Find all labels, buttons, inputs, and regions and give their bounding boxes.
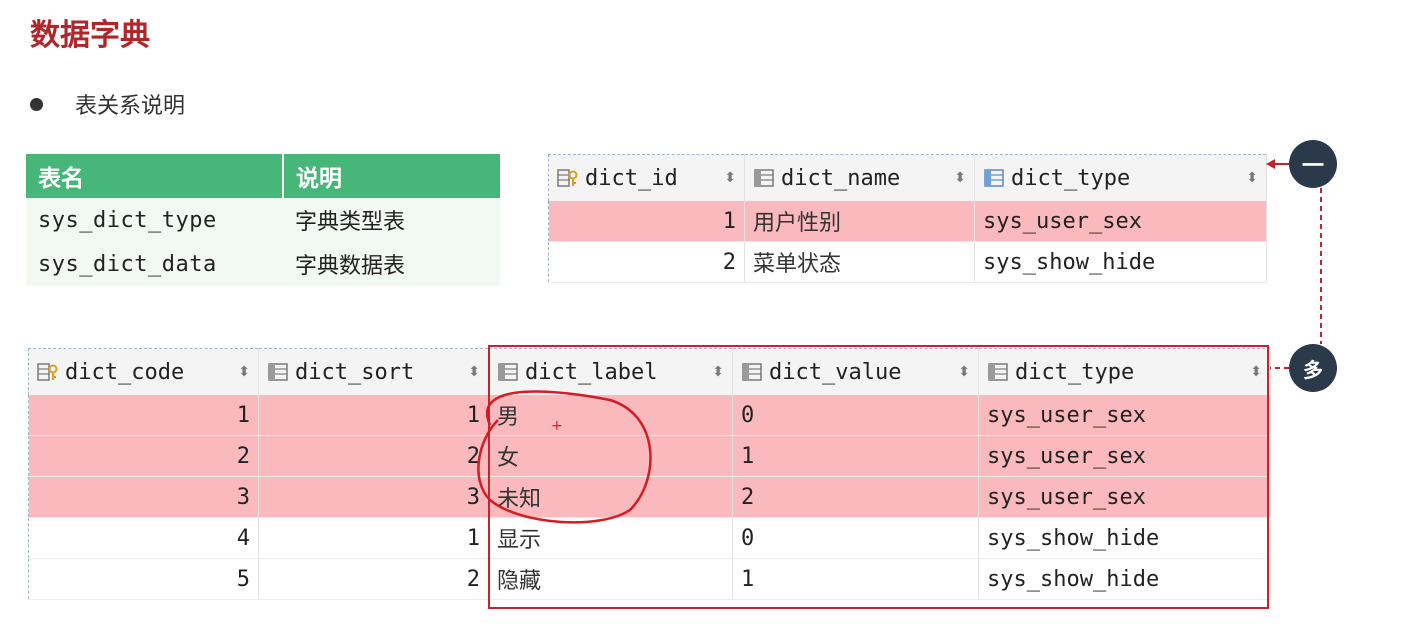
summary-row: sys_dict_type 字典类型表 <box>26 198 500 242</box>
table-row[interactable]: 2 2 女 1 sys_user_sex <box>28 435 1271 477</box>
summary-cell-table-name: sys_dict_type <box>26 198 283 242</box>
table-row[interactable]: 1 用户性别 sys_user_sex <box>548 201 1267 242</box>
summary-cell-description: 字典数据表 <box>283 242 500 286</box>
column-icon <box>984 169 1004 187</box>
dict-type-grid: dict_id ⬍ dict_name ⬍ dict_type ⬍ 1 用户性别… <box>548 154 1267 283</box>
cell-dict-name[interactable]: 菜单状态 <box>744 241 975 283</box>
column-header-dict-value[interactable]: dict_value ⬍ <box>732 348 979 395</box>
column-header-label: dict_type <box>1011 165 1131 191</box>
summary-header-row: 表名 说明 <box>26 154 500 198</box>
sort-icon[interactable]: ⬍ <box>954 170 966 186</box>
column-header-label: dict_value <box>769 359 902 385</box>
column-icon <box>754 169 774 187</box>
bullet-text: 表关系说明 <box>75 94 186 119</box>
sort-icon[interactable]: ⬍ <box>1246 170 1258 186</box>
table-row[interactable]: 3 3 未知 2 sys_user_sex <box>28 476 1271 518</box>
cell-dict-value[interactable]: 0 <box>732 395 979 436</box>
table-row[interactable]: 5 2 隐藏 1 sys_show_hide <box>28 558 1271 600</box>
page-title: 数据字典 <box>30 18 150 53</box>
cell-dict-code[interactable]: 3 <box>28 476 259 518</box>
cell-dict-label[interactable]: 隐藏 <box>488 558 733 600</box>
cell-dict-type[interactable]: sys_user_sex <box>974 201 1267 242</box>
column-header-dict-sort[interactable]: dict_sort ⬍ <box>258 348 489 395</box>
cell-dict-sort[interactable]: 3 <box>258 476 489 518</box>
cell-dict-name[interactable]: 用户性别 <box>744 201 975 242</box>
column-header-dict-id[interactable]: dict_id ⬍ <box>548 154 745 201</box>
column-icon <box>268 363 288 381</box>
cell-dict-sort[interactable]: 2 <box>258 435 489 477</box>
sort-icon[interactable]: ⬍ <box>712 364 724 380</box>
cell-dict-code[interactable]: 4 <box>28 517 259 559</box>
cell-dict-type[interactable]: sys_user_sex <box>978 395 1271 436</box>
grid-header-row: dict_code ⬍ dict_sort ⬍ dict_label ⬍ dic… <box>28 348 1271 395</box>
cell-dict-value[interactable]: 2 <box>732 476 979 518</box>
cell-dict-type[interactable]: sys_show_hide <box>978 558 1271 600</box>
column-header-dict-label[interactable]: dict_label ⬍ <box>488 348 733 395</box>
sort-icon[interactable]: ⬍ <box>468 364 480 380</box>
column-header-label: dict_label <box>525 359 658 385</box>
summary-row: sys_dict_data 字典数据表 <box>26 242 500 286</box>
summary-cell-description: 字典类型表 <box>283 198 500 242</box>
cell-dict-id[interactable]: 1 <box>548 201 745 242</box>
bullet-item: 表关系说明 <box>30 88 185 120</box>
sort-icon[interactable]: ⬍ <box>958 364 970 380</box>
column-header-label: dict_sort <box>295 359 415 385</box>
cell-dict-sort[interactable]: 1 <box>258 395 489 436</box>
column-header-label: dict_code <box>65 359 185 385</box>
table-row[interactable]: 4 1 显示 0 sys_show_hide <box>28 517 1271 559</box>
primary-key-icon <box>37 363 58 381</box>
cell-dict-type[interactable]: sys_show_hide <box>974 241 1267 283</box>
cell-dict-id[interactable]: 2 <box>548 241 745 283</box>
relation-one-badge: 一 <box>1289 140 1337 188</box>
table-row[interactable]: 2 菜单状态 sys_show_hide <box>548 241 1267 283</box>
summary-header-description: 说明 <box>282 154 500 198</box>
cell-dict-label[interactable]: 女 <box>488 435 733 477</box>
cell-dict-sort[interactable]: 2 <box>258 558 489 600</box>
summary-cell-table-name: sys_dict_data <box>26 242 283 286</box>
cell-dict-value[interactable]: 1 <box>732 558 979 600</box>
cell-dict-type[interactable]: sys_user_sex <box>978 435 1271 477</box>
cell-dict-sort[interactable]: 1 <box>258 517 489 559</box>
cell-dict-label[interactable]: 未知 <box>488 476 733 518</box>
sort-icon[interactable]: ⬍ <box>724 170 736 186</box>
cell-dict-type[interactable]: sys_show_hide <box>978 517 1271 559</box>
cell-dict-label[interactable]: 男 <box>488 395 733 436</box>
dict-data-grid: dict_code ⬍ dict_sort ⬍ dict_label ⬍ dic… <box>28 348 1271 600</box>
cell-dict-value[interactable]: 1 <box>732 435 979 477</box>
sort-icon[interactable]: ⬍ <box>1250 364 1262 380</box>
column-header-label: dict_type <box>1015 359 1135 385</box>
cell-dict-label[interactable]: 显示 <box>488 517 733 559</box>
cell-dict-value[interactable]: 0 <box>732 517 979 559</box>
sort-icon[interactable]: ⬍ <box>238 364 250 380</box>
cell-dict-code[interactable]: 2 <box>28 435 259 477</box>
column-header-dict-code[interactable]: dict_code ⬍ <box>28 348 259 395</box>
column-icon <box>498 363 518 381</box>
column-header-dict-name[interactable]: dict_name ⬍ <box>744 154 975 201</box>
column-icon <box>988 363 1008 381</box>
cell-dict-type[interactable]: sys_user_sex <box>978 476 1271 518</box>
column-header-dict-type[interactable]: dict_type ⬍ <box>978 348 1271 395</box>
cell-dict-code[interactable]: 1 <box>28 395 259 436</box>
summary-table: 表名 说明 sys_dict_type 字典类型表 sys_dict_data … <box>26 154 500 286</box>
grid-header-row: dict_id ⬍ dict_name ⬍ dict_type ⬍ <box>548 154 1267 201</box>
summary-header-table-name: 表名 <box>26 154 283 198</box>
column-header-label: dict_name <box>781 165 901 191</box>
arrow-head-icon <box>1266 159 1275 169</box>
primary-key-icon <box>557 169 578 187</box>
bullet-dot-icon <box>30 97 43 111</box>
table-row[interactable]: 1 1 男 0 sys_user_sex <box>28 395 1271 436</box>
relation-many-badge: 多 <box>1289 344 1337 392</box>
column-icon <box>742 363 762 381</box>
cell-dict-code[interactable]: 5 <box>28 558 259 600</box>
column-header-dict-type[interactable]: dict_type ⬍ <box>974 154 1267 201</box>
column-header-label: dict_id <box>585 165 678 191</box>
